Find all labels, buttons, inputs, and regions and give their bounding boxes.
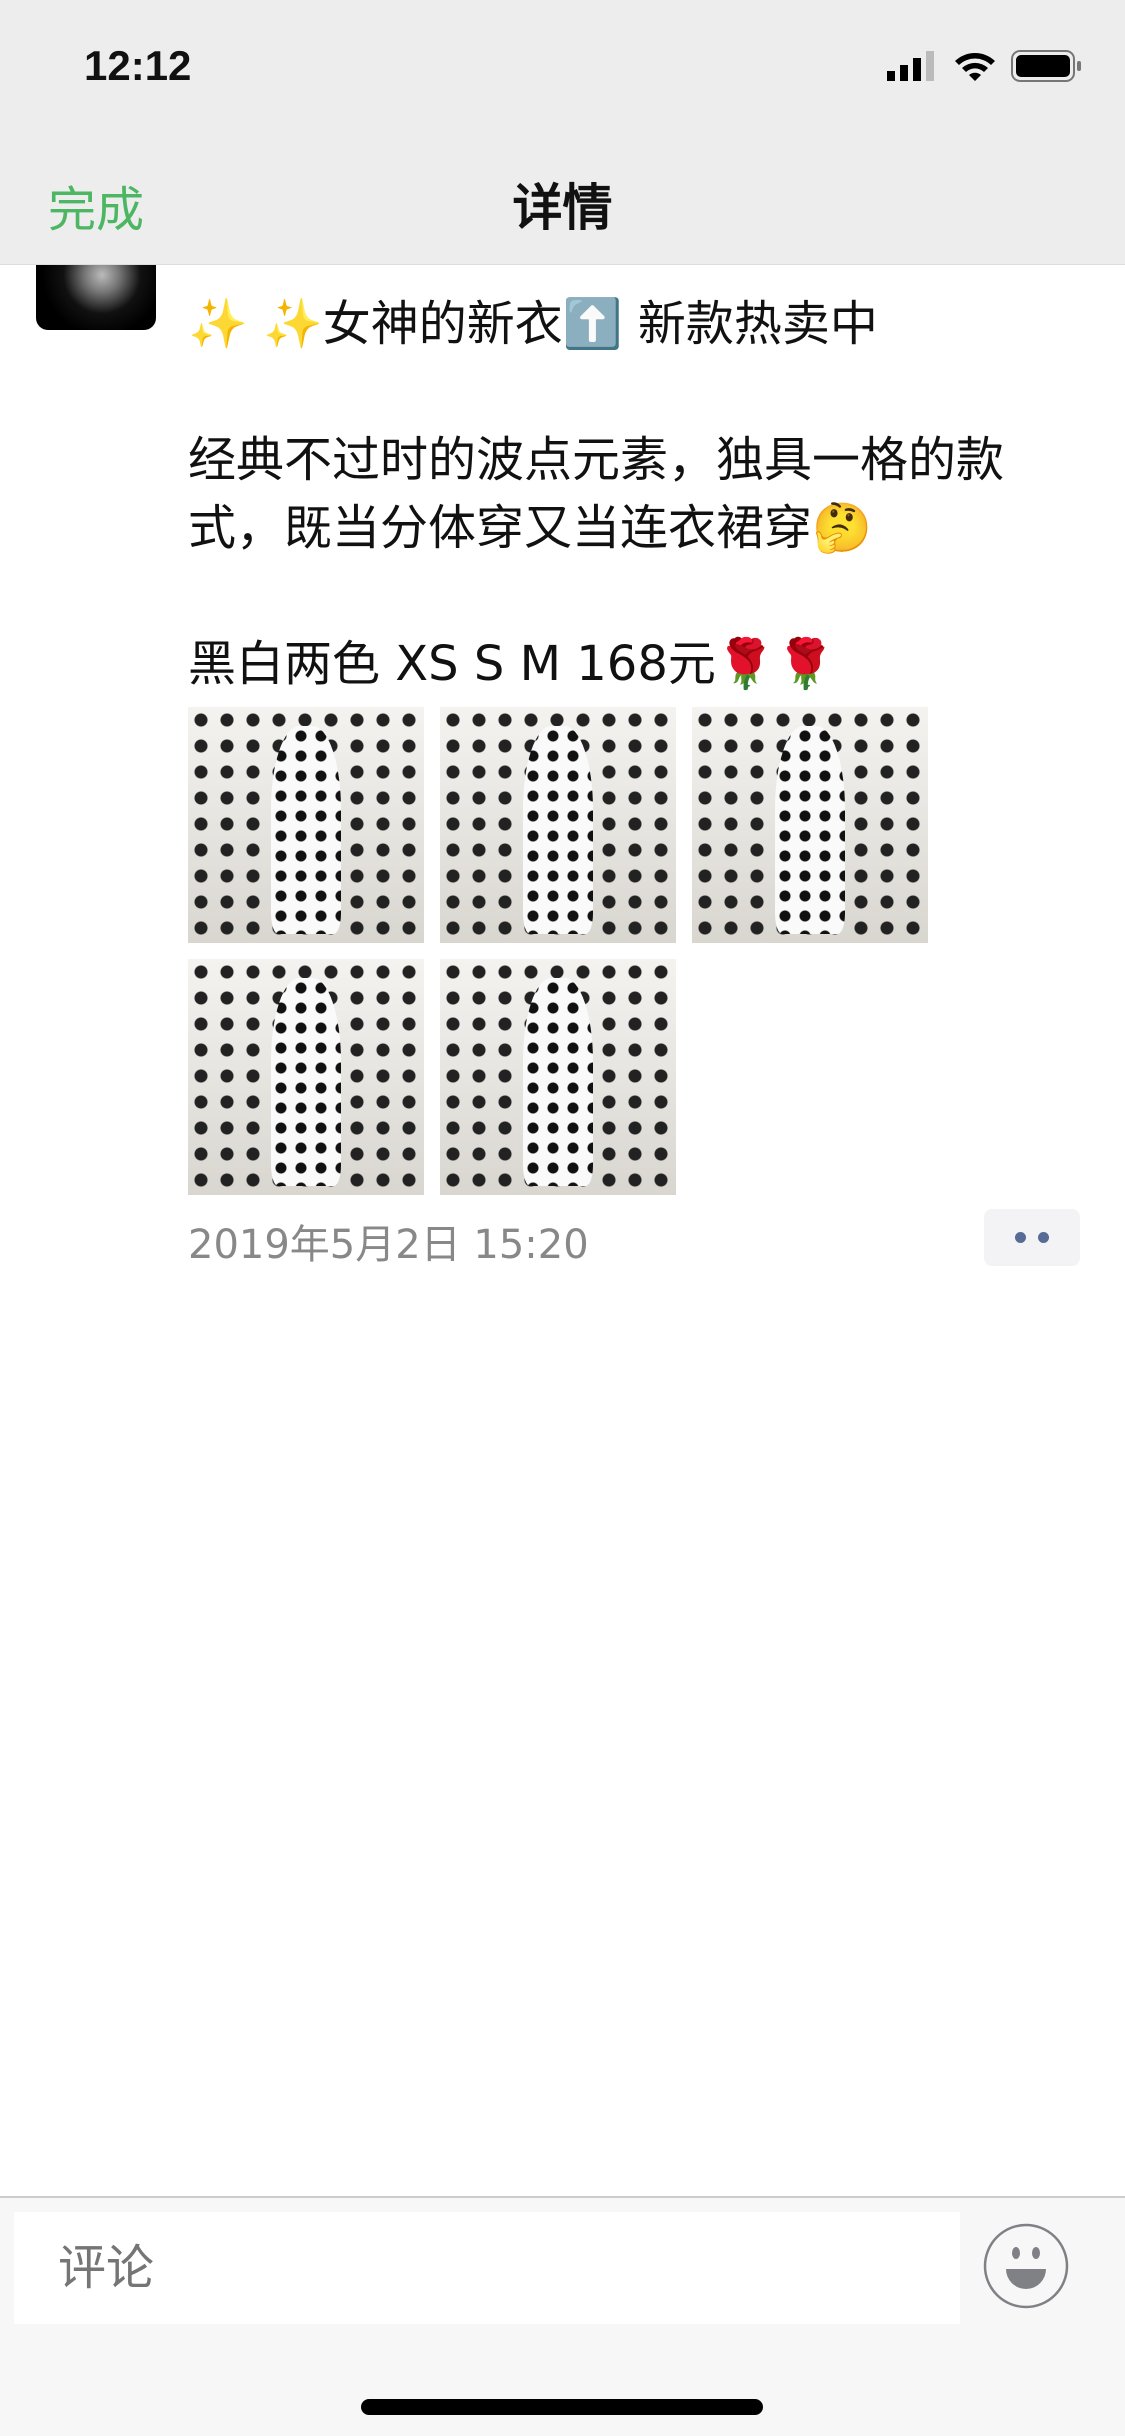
post-image-4[interactable]: [188, 959, 424, 1195]
more-actions-button[interactable]: [984, 1209, 1080, 1266]
nav-bar: 完成 详情: [0, 130, 1125, 265]
status-bar: 12:12: [0, 0, 1125, 130]
post-image-2[interactable]: [440, 707, 676, 943]
comment-bar: [0, 2196, 1125, 2436]
post-image-1[interactable]: [188, 707, 424, 943]
image-grid: [188, 707, 948, 1195]
post-image-5[interactable]: [440, 959, 676, 1195]
dot-icon: [1038, 1232, 1049, 1243]
status-time: 12:12: [84, 42, 192, 89]
home-indicator[interactable]: [361, 2399, 763, 2415]
page-title: 详情: [512, 179, 613, 237]
signal-icon: [887, 51, 934, 81]
emoji-icon[interactable]: [982, 2222, 1070, 2310]
wifi-icon: [955, 53, 995, 81]
post-text: ✨ ✨女神的新衣⬆️ 新款热卖中 经典不过时的波点元素，独具一格的款式，既当分体…: [188, 290, 1088, 766]
battery-icon: [1011, 50, 1081, 82]
post-line-description: 经典不过时的波点元素，独具一格的款式，既当分体穿又当连衣裙穿🤔: [188, 432, 1005, 556]
dot-icon: [1015, 1232, 1026, 1243]
comment-input[interactable]: [14, 2212, 960, 2324]
post-line-price: 黑白两色 XS S M 168元🌹🌹: [188, 636, 836, 692]
post-timestamp: 2019年5月2日 15:20: [188, 1222, 589, 1268]
post-line-title: ✨ ✨女神的新衣⬆️ 新款热卖中: [188, 296, 878, 352]
post-image-3[interactable]: [692, 707, 928, 943]
